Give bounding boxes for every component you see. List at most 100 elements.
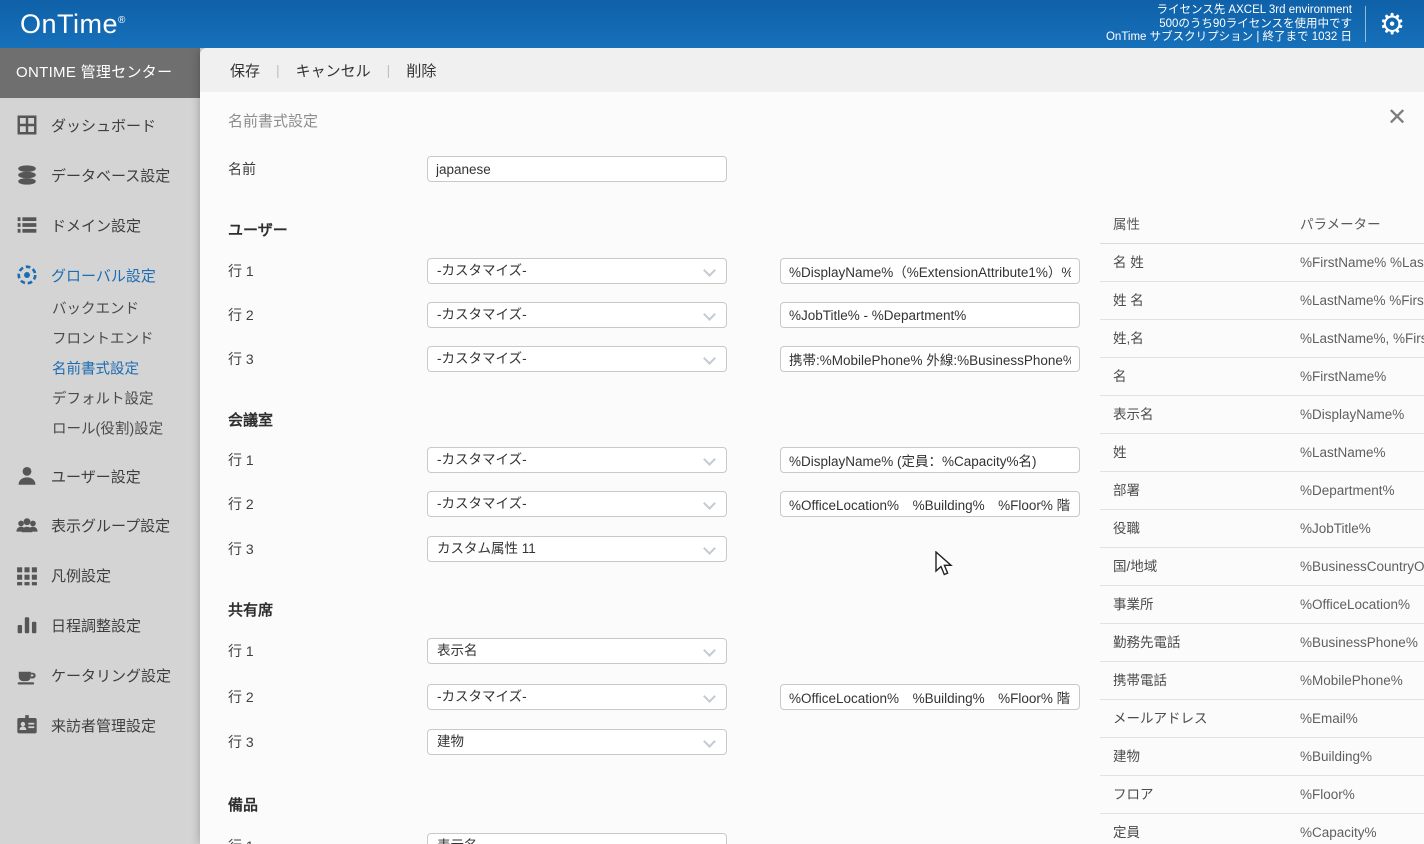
section-title-user: ユーザー	[228, 219, 288, 240]
parameter-cell: %LastName%	[1300, 434, 1386, 471]
attribute-cell: 表示名	[1113, 396, 1154, 433]
parameter-cell: %BusinessPhone%	[1300, 624, 1418, 661]
sidebar-item-label: ケータリング設定	[51, 665, 171, 686]
table-row: 部署 %Department%	[1100, 472, 1424, 510]
desk-row3-select[interactable]: 建物	[427, 729, 727, 755]
table-row: 姓 名 %LastName% %FirstName%	[1100, 282, 1424, 320]
parameter-cell: %Email%	[1300, 700, 1358, 737]
attribute-cell: 姓 名	[1113, 282, 1144, 319]
attribute-cell: 名 姓	[1113, 244, 1144, 281]
row-label: 行 1	[228, 447, 254, 473]
main-panel: 保存 | キャンセル | 削除 ✕ 名前書式設定 名前 ユーザー 行 1 -カス…	[200, 48, 1424, 844]
save-button[interactable]: 保存	[230, 60, 260, 81]
name-input[interactable]	[427, 156, 727, 182]
license-line-3: OnTime サブスクリプション | 終了まで 1032 日	[1106, 31, 1352, 45]
name-label: 名前	[228, 156, 256, 182]
sidebar-item-schedule-settings[interactable]: 日程調整設定	[16, 614, 141, 636]
sidebar-item-default-settings[interactable]: デフォルト設定	[52, 388, 154, 409]
attribute-cell: 姓	[1113, 434, 1127, 471]
parameter-cell: %Department%	[1300, 472, 1395, 509]
select-value: -カスタマイズ-	[437, 689, 527, 704]
attribute-cell: 役職	[1113, 510, 1140, 547]
parameter-cell: %LastName% %FirstName%	[1300, 282, 1424, 319]
parameter-cell: %FirstName% %LastName%	[1300, 244, 1424, 281]
equipment-row1-select[interactable]: 表示名	[427, 833, 727, 844]
table-row: 表示名 %DisplayName%	[1100, 396, 1424, 434]
attribute-cell: 事業所	[1113, 586, 1154, 623]
table-row: 事業所%OfficeLocation%	[1100, 586, 1424, 624]
user-group-icon	[16, 514, 38, 536]
sidebar-item-legend-settings[interactable]: 凡例設定	[16, 564, 111, 586]
gear-icon[interactable]: ⚙	[1374, 7, 1410, 43]
sidebar-item-backend[interactable]: バックエンド	[52, 298, 139, 319]
select-value: 建物	[437, 734, 464, 749]
sidebar-item-label: ユーザー設定	[51, 466, 141, 487]
license-line-1: ライセンス先 AXCEL 3rd environment	[1106, 4, 1352, 18]
sidebar-item-dashboard[interactable]: ダッシュボード	[16, 114, 156, 136]
user-row3-select[interactable]: -カスタマイズ-	[427, 346, 727, 372]
user-row1-custom-input[interactable]	[780, 258, 1080, 284]
sidebar-item-name-format[interactable]: 名前書式設定	[52, 358, 139, 379]
coffee-cup-icon	[16, 664, 38, 686]
attribute-cell: フロア	[1113, 776, 1154, 813]
room-row2-custom-input[interactable]	[780, 491, 1080, 517]
table-row: メールアドレス%Email%	[1100, 700, 1424, 738]
select-value: -カスタマイズ-	[437, 351, 527, 366]
globe-icon	[16, 264, 38, 286]
row-label: 行 1	[228, 638, 254, 664]
close-icon[interactable]: ✕	[1384, 104, 1410, 130]
sidebar-item-label: 表示グループ設定	[51, 515, 170, 536]
sidebar-item-display-group[interactable]: 表示グループ設定	[16, 514, 170, 536]
room-row1-custom-input[interactable]	[780, 447, 1080, 473]
sidebar-item-catering-settings[interactable]: ケータリング設定	[16, 664, 171, 686]
action-toolbar: 保存 | キャンセル | 削除	[200, 48, 1424, 92]
attribute-cell: 国/地域	[1113, 548, 1157, 585]
sidebar-item-user-settings[interactable]: ユーザー設定	[16, 465, 141, 487]
select-value: -カスタマイズ-	[437, 307, 527, 322]
parameter-cell: %BusinessCountryOrRegion%	[1300, 548, 1424, 585]
attribute-parameter-table: 属性 パラメーター 名 姓%FirstName% %LastName% 姓 名%…	[1100, 206, 1424, 844]
parameter-cell: %DisplayName%	[1300, 396, 1404, 433]
delete-button[interactable]: 削除	[406, 60, 436, 81]
user-row2-select[interactable]: -カスタマイズ-	[427, 302, 727, 328]
sidebar-item-frontend[interactable]: フロントエンド	[52, 328, 154, 349]
sidebar: ONTIME 管理センター ダッシュボード データベース設定 ドメイン設定 グロ…	[0, 48, 200, 844]
bar-chart-icon	[16, 614, 38, 636]
desk-row2-custom-input[interactable]	[780, 684, 1080, 710]
parameter-column-header: パラメーター	[1300, 206, 1381, 243]
select-value: 表示名	[437, 838, 478, 844]
app-window: OnTime® ライセンス先 AXCEL 3rd environment 500…	[0, 0, 1424, 844]
registered-mark: ®	[118, 15, 126, 26]
room-row3-select[interactable]: カスタム属性 11	[427, 536, 727, 562]
row-label: 行 3	[228, 729, 254, 755]
sidebar-item-role-settings[interactable]: ロール(役割)設定	[52, 418, 163, 439]
sidebar-item-database[interactable]: データベース設定	[16, 164, 170, 186]
cancel-button[interactable]: キャンセル	[296, 60, 371, 81]
table-row: 携帯電話%MobilePhone%	[1100, 662, 1424, 700]
user-row2-custom-input[interactable]	[780, 302, 1080, 328]
row-label: 行 1	[228, 833, 254, 844]
sidebar-item-label: グローバル設定	[51, 265, 156, 286]
section-title-shared-desk: 共有席	[228, 599, 273, 620]
table-row: 勤務先電話%BusinessPhone%	[1100, 624, 1424, 662]
toolbar-separator: |	[387, 62, 391, 78]
desk-row1-select[interactable]: 表示名	[427, 638, 727, 664]
sidebar-item-global-settings[interactable]: グローバル設定	[16, 264, 156, 286]
room-row2-select[interactable]: -カスタマイズ-	[427, 491, 727, 517]
user-icon	[16, 465, 38, 487]
sidebar-item-visitor-settings[interactable]: 来訪者管理設定	[16, 714, 156, 736]
attribute-cell: 部署	[1113, 472, 1140, 509]
sidebar-item-domain[interactable]: ドメイン設定	[16, 214, 141, 236]
user-row1-select[interactable]: -カスタマイズ-	[427, 258, 727, 284]
attribute-cell: 携帯電話	[1113, 662, 1167, 699]
select-value: -カスタマイズ-	[437, 452, 527, 467]
user-row3-custom-input[interactable]	[780, 346, 1080, 372]
parameter-cell: %Building%	[1300, 738, 1372, 775]
parameter-cell: %Capacity%	[1300, 814, 1377, 844]
section-title-equipment: 備品	[228, 794, 258, 815]
attribute-cell: 名	[1113, 358, 1127, 395]
select-value: 表示名	[437, 643, 478, 658]
room-row1-select[interactable]: -カスタマイズ-	[427, 447, 727, 473]
desk-row2-select[interactable]: -カスタマイズ-	[427, 684, 727, 710]
parameter-cell: %LastName%, %FirstName%	[1300, 320, 1424, 357]
